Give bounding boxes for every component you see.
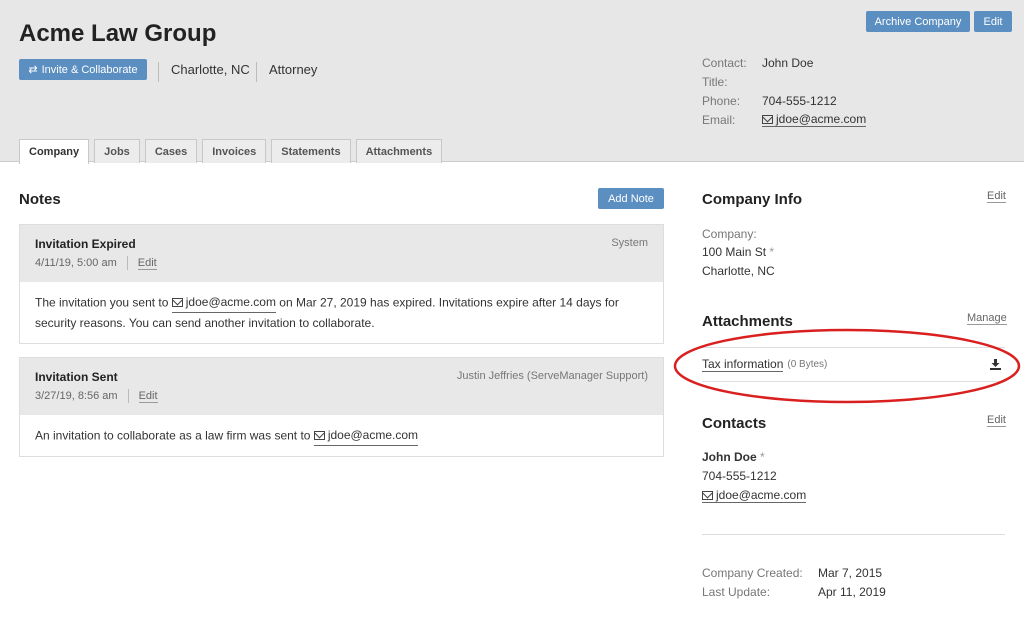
envelope-icon: [313, 430, 325, 440]
title-key: Title:: [702, 74, 728, 89]
note-meta: 4/11/19, 5:00 am Edit: [35, 256, 648, 270]
meta-divider: [127, 389, 129, 403]
tab-attachments[interactable]: Attachments: [355, 139, 443, 163]
note-header: Invitation Expired 4/11/19, 5:00 am Edit…: [20, 225, 663, 282]
phone-value: 704-555-1212: [762, 93, 837, 108]
note-email: jdoe@acme.com: [327, 428, 419, 442]
tab-company[interactable]: Company: [19, 139, 90, 164]
envelope-icon: [762, 114, 773, 124]
note-email-link[interactable]: jdoe@acme.com: [171, 292, 276, 313]
company-header: Acme Law Group ⇄ Invite & Collaborate Ch…: [0, 0, 1024, 164]
archive-company-button[interactable]: Archive Company: [866, 11, 970, 32]
company-role: Attorney: [256, 62, 317, 82]
note-card: Invitation Expired 4/11/19, 5:00 am Edit…: [19, 224, 664, 344]
address-line-2: Charlotte, NC: [702, 264, 775, 278]
company-created-row: Company Created: Mar 7, 2015: [702, 566, 882, 580]
contact-email-link[interactable]: jdoe@acme.com: [762, 112, 867, 127]
note-text: The invitation you sent to: [35, 295, 172, 310]
edit-company-button[interactable]: Edit: [974, 11, 1012, 32]
envelope-icon: [171, 297, 183, 307]
company-city: Charlotte, NC: [158, 62, 250, 82]
created-key: Company Created:: [702, 566, 803, 580]
note-body: The invitation you sent to jdoe@acme.com…: [20, 282, 663, 343]
contact-card-email: jdoe@acme.com: [716, 488, 807, 502]
sidebar-divider: [702, 534, 1005, 535]
tab-cases[interactable]: Cases: [144, 139, 198, 163]
address-line-1: 100 Main St: [702, 245, 767, 259]
notes-heading: Notes: [19, 191, 61, 208]
attachment-file-link[interactable]: Tax information: [702, 357, 784, 372]
attachment-file-size: (0 Bytes): [787, 359, 828, 370]
invite-label: Invite & Collaborate: [41, 63, 138, 76]
add-note-button[interactable]: Add Note: [598, 188, 664, 209]
note-author: Justin Jeffries (ServeManager Support): [456, 370, 648, 382]
phone-key: Phone:: [702, 93, 741, 108]
created-value: Mar 7, 2015: [818, 566, 883, 580]
note-date: 4/11/19, 5:00 am: [35, 257, 117, 269]
note-edit-link[interactable]: Edit: [137, 257, 157, 270]
attachments-heading: Attachments: [702, 313, 793, 330]
company-name: Acme Law Group: [19, 20, 217, 47]
contact-card-email-link[interactable]: jdoe@acme.com: [702, 488, 807, 503]
note-edit-link[interactable]: Edit: [138, 390, 158, 403]
primary-star-icon: *: [760, 450, 765, 464]
email-key: Email:: [702, 112, 736, 127]
company-tabs: Company Jobs Cases Invoices Statements A…: [19, 139, 443, 164]
contact-key: Contact:: [702, 55, 747, 70]
note-email: jdoe@acme.com: [185, 295, 276, 309]
contact-email-value: jdoe@acme.com: [776, 112, 867, 126]
note-date: 3/27/19, 8:56 am: [35, 390, 118, 402]
contact-card-phone: 704-555-1212: [702, 469, 777, 483]
company-info-edit-link[interactable]: Edit: [987, 190, 1006, 203]
note-meta: 3/27/19, 8:56 am Edit: [35, 389, 648, 403]
contact-value: John Doe: [762, 55, 814, 70]
envelope-icon: [702, 490, 713, 500]
note-email-link[interactable]: jdoe@acme.com: [313, 425, 419, 446]
contact-card-name: John Doe *: [702, 450, 765, 464]
last-update-row: Last Update: Apr 11, 2019: [702, 585, 886, 599]
invite-collaborate-button[interactable]: ⇄ Invite & Collaborate: [19, 59, 147, 80]
contact-name: John Doe: [702, 450, 757, 464]
company-address: 100 Main St *: [702, 245, 774, 259]
note-header: Invitation Sent 3/27/19, 8:56 am Edit Ju…: [20, 358, 663, 415]
sync-icon: ⇄: [28, 64, 38, 76]
note-title: Invitation Expired: [35, 237, 136, 251]
contacts-edit-link[interactable]: Edit: [987, 414, 1006, 427]
note-body: An invitation to collaborate as a law fi…: [20, 415, 663, 456]
updated-key: Last Update:: [702, 585, 771, 599]
company-label: Company:: [702, 227, 757, 241]
primary-star-icon: *: [769, 245, 775, 259]
attachments-manage-link[interactable]: Manage: [967, 312, 1007, 325]
note-text: An invitation to collaborate as a law fi…: [35, 428, 314, 443]
tab-invoices[interactable]: Invoices: [202, 139, 267, 163]
attachment-row: Tax information (0 Bytes): [702, 347, 1005, 382]
updated-value: Apr 11, 2019: [818, 585, 886, 599]
contacts-heading: Contacts: [702, 415, 767, 432]
contact-summary: Contact: John Doe Title: Phone: 704-555-…: [702, 53, 867, 129]
company-info-heading: Company Info: [702, 191, 802, 208]
tab-statements[interactable]: Statements: [271, 139, 351, 163]
meta-divider: [126, 256, 128, 270]
download-icon[interactable]: [990, 359, 1001, 370]
note-author: System: [611, 237, 648, 249]
tab-jobs[interactable]: Jobs: [94, 139, 140, 163]
note-card: Invitation Sent 3/27/19, 8:56 am Edit Ju…: [19, 357, 664, 457]
